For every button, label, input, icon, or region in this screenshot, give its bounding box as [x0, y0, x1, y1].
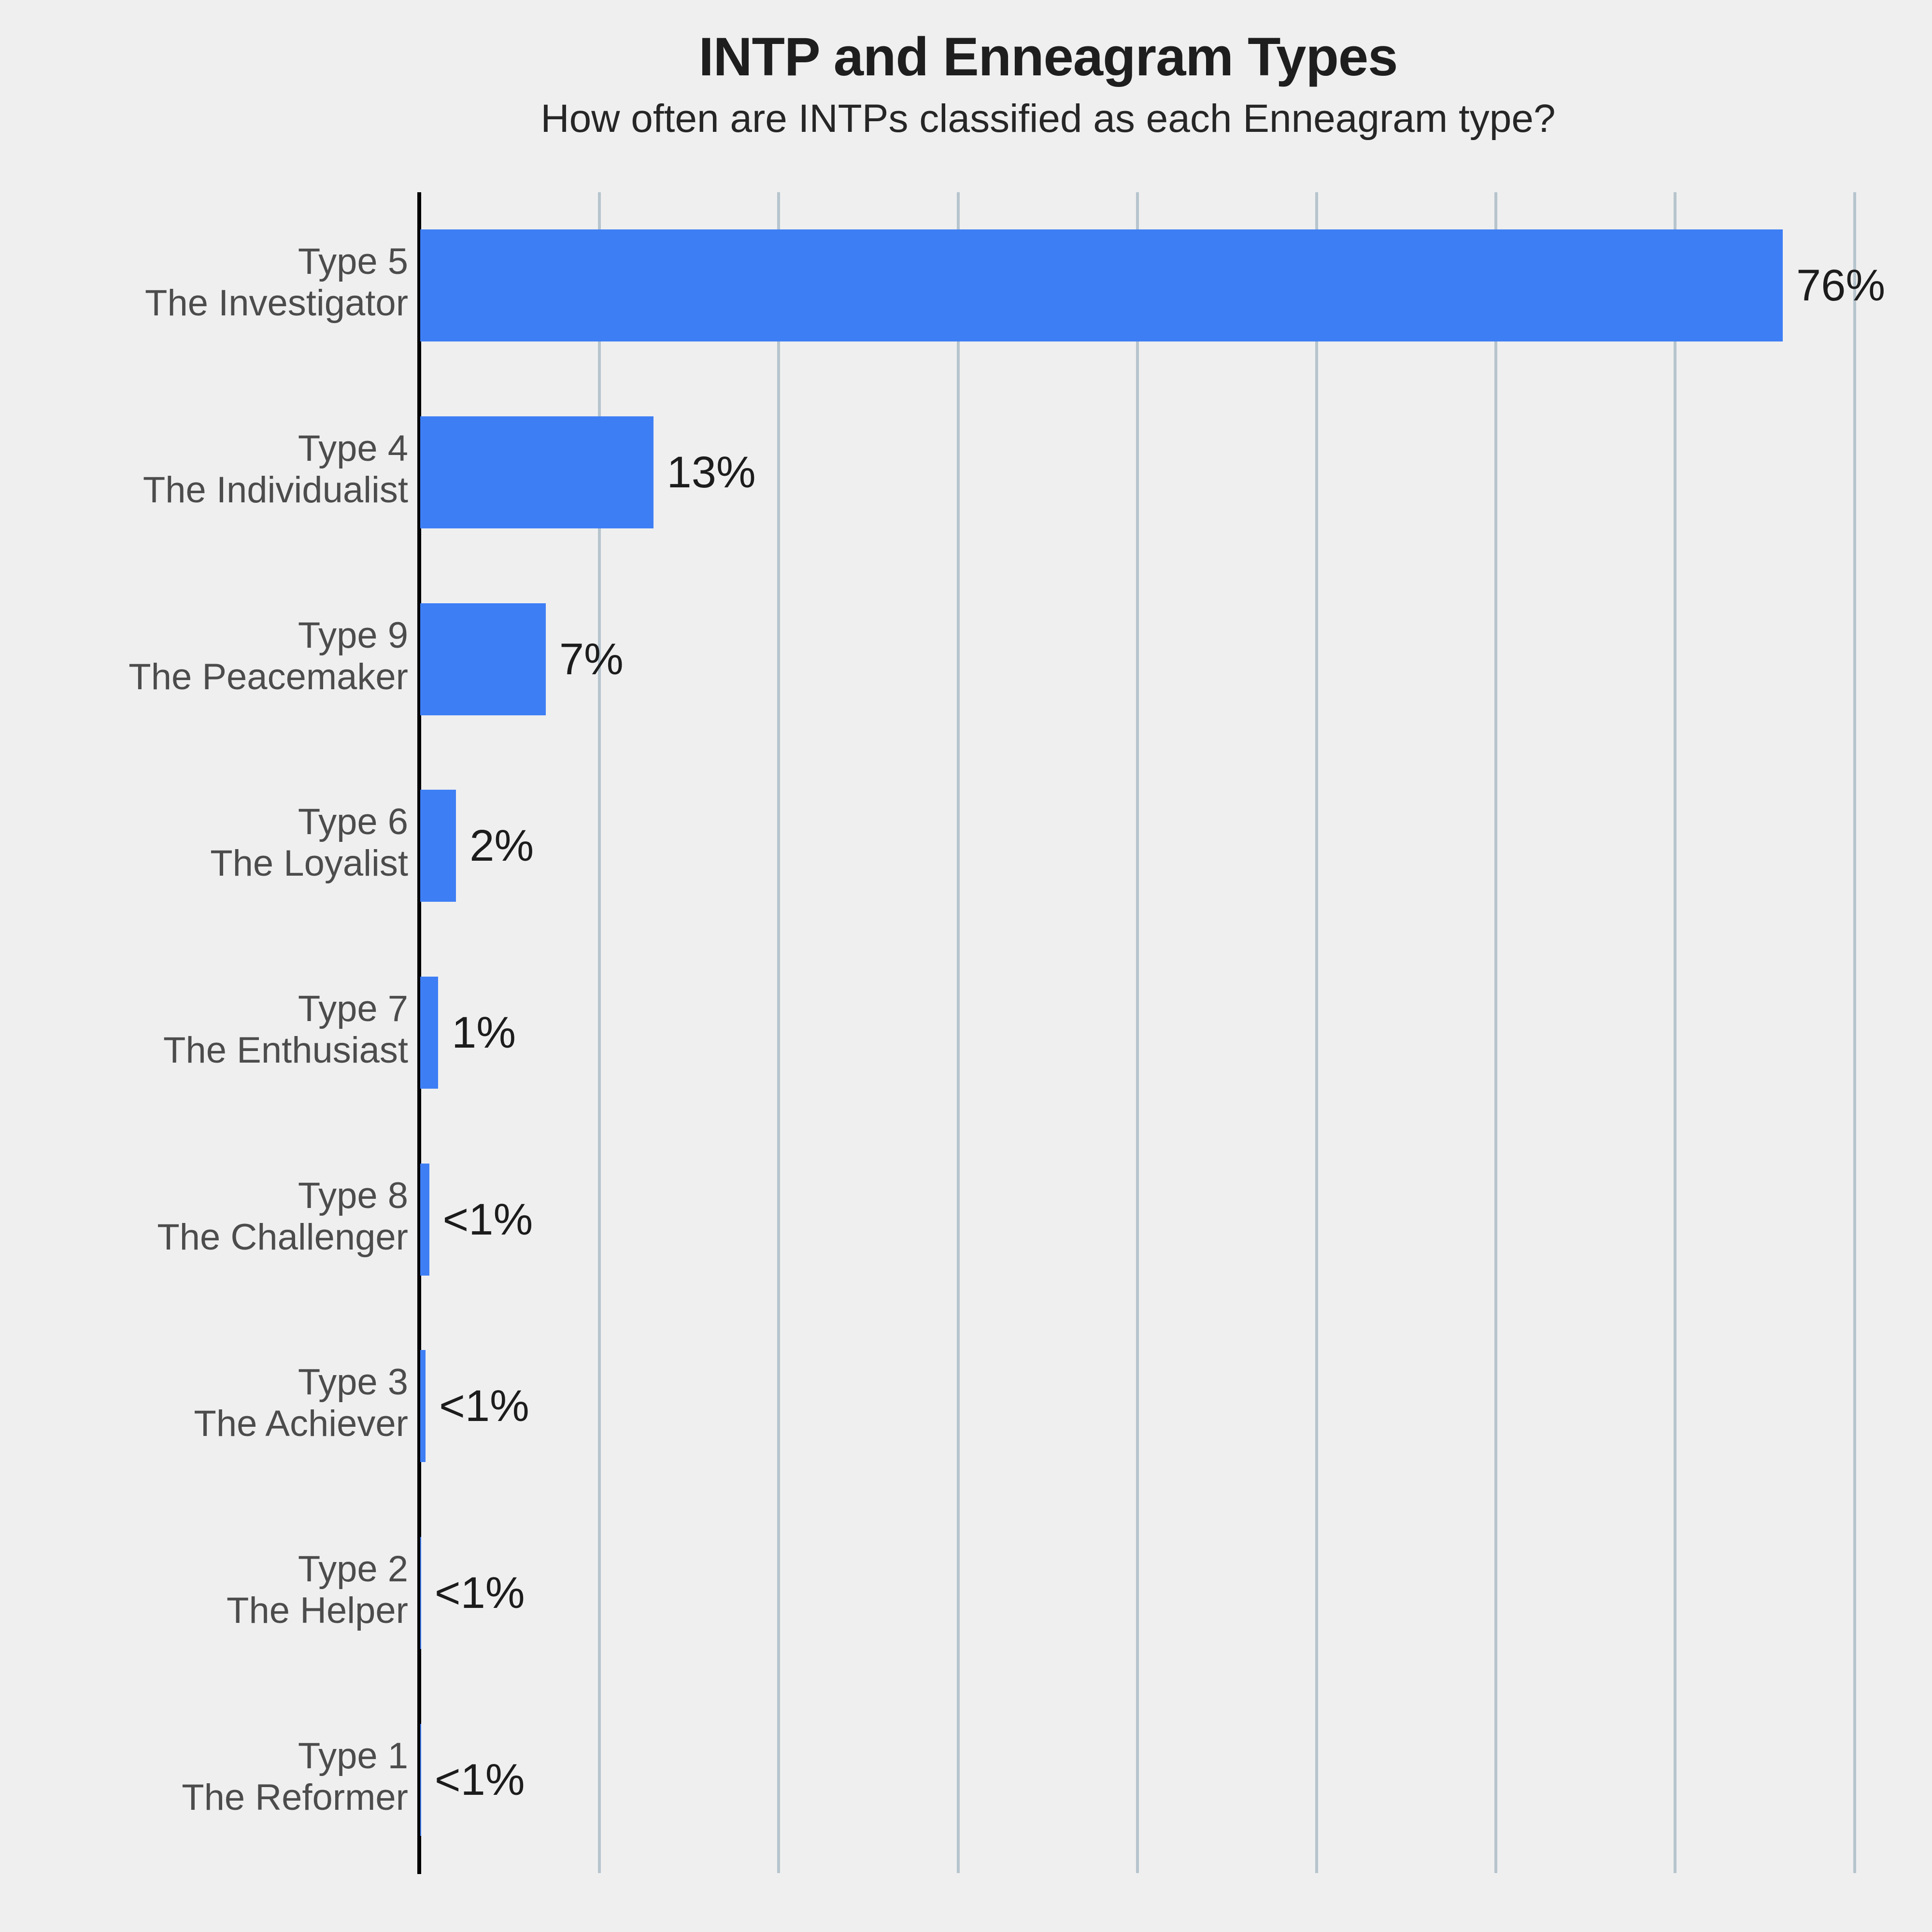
chart-subtitle: How often are INTPs classified as each E…	[540, 96, 1556, 141]
y-tick-type-line: Type 5	[298, 241, 408, 283]
page-title: INTP and Enneagram Types	[698, 27, 1398, 87]
bar-value-label: 76%	[1796, 261, 1886, 311]
gridline	[1136, 192, 1139, 1873]
bar[interactable]	[420, 977, 439, 1089]
y-tick-name-line: The Individualist	[142, 469, 408, 511]
gridline	[1674, 192, 1677, 1873]
y-tick-label: Type 9 The Peacemaker	[12, 615, 408, 698]
y-tick-label: Type 8 The Challenger	[12, 1175, 408, 1258]
y-tick-label: Type 2 The Helper	[12, 1548, 408, 1632]
y-tick-type-line: Type 7	[298, 988, 408, 1029]
bar-value-label: <1%	[434, 1755, 525, 1804]
y-tick-type-line: Type 1	[298, 1735, 408, 1776]
y-tick-name-line: The Enthusiast	[163, 1029, 408, 1071]
y-tick-type-line: Type 8	[298, 1175, 408, 1216]
bar[interactable]	[420, 1350, 426, 1463]
gridline	[777, 192, 781, 1873]
gridline	[1853, 192, 1856, 1873]
y-tick-type-line: Type 6	[298, 801, 408, 843]
y-tick-label: Type 7 The Enthusiast	[12, 988, 408, 1071]
bar-value-label: <1%	[442, 1194, 533, 1244]
bar[interactable]	[420, 229, 1783, 342]
y-tick-name-line: The Investigator	[145, 283, 408, 324]
title-block: INTP and Enneagram Types How often are I…	[420, 28, 1676, 141]
y-tick-name-line: The Challenger	[157, 1216, 408, 1258]
bar[interactable]	[420, 1163, 429, 1276]
bar[interactable]	[420, 1537, 421, 1649]
bar-value-label: 13%	[667, 448, 756, 497]
gridline	[1315, 192, 1318, 1873]
y-tick-name-line: The Loyalist	[210, 843, 408, 884]
y-tick-label: Type 3 The Achiever	[12, 1362, 408, 1445]
y-tick-name-line: The Helper	[227, 1590, 408, 1631]
plot-area: 76% 13% 7% 2% 1% <1% <1% <1% <1%	[420, 192, 1926, 1873]
y-tick-type-line: Type 9	[298, 614, 408, 656]
bar[interactable]	[420, 790, 456, 902]
y-tick-label: Type 5 The Investigator	[12, 241, 408, 324]
y-tick-label: Type 4 The Individualist	[12, 428, 408, 511]
bar-value-label: 2%	[469, 821, 534, 871]
y-tick-label: Type 1 The Reformer	[12, 1735, 408, 1818]
y-tick-name-line: The Achiever	[194, 1403, 408, 1445]
bar[interactable]	[420, 603, 546, 715]
gridline	[956, 192, 960, 1873]
bar-value-label: <1%	[439, 1381, 529, 1431]
chart-figure: INTP and Enneagram Types How often are I…	[0, 0, 1932, 1932]
y-tick-type-line: Type 4	[298, 428, 408, 469]
bar[interactable]	[420, 416, 653, 528]
y-tick-name-line: The Peacemaker	[128, 656, 408, 697]
bar-value-label: <1%	[434, 1568, 525, 1618]
y-tick-label: Type 6 The Loyalist	[12, 801, 408, 884]
bar-value-label: 1%	[452, 1008, 516, 1057]
y-axis-tick-labels: Type 5 The Investigator Type 4 The Individu…	[0, 192, 408, 1874]
bar[interactable]	[420, 1723, 421, 1836]
y-tick-type-line: Type 3	[298, 1362, 408, 1403]
y-tick-name-line: The Reformer	[182, 1776, 408, 1818]
bar-value-label: 7%	[559, 634, 624, 684]
y-tick-type-line: Type 2	[298, 1548, 408, 1590]
gridline	[1494, 192, 1498, 1873]
